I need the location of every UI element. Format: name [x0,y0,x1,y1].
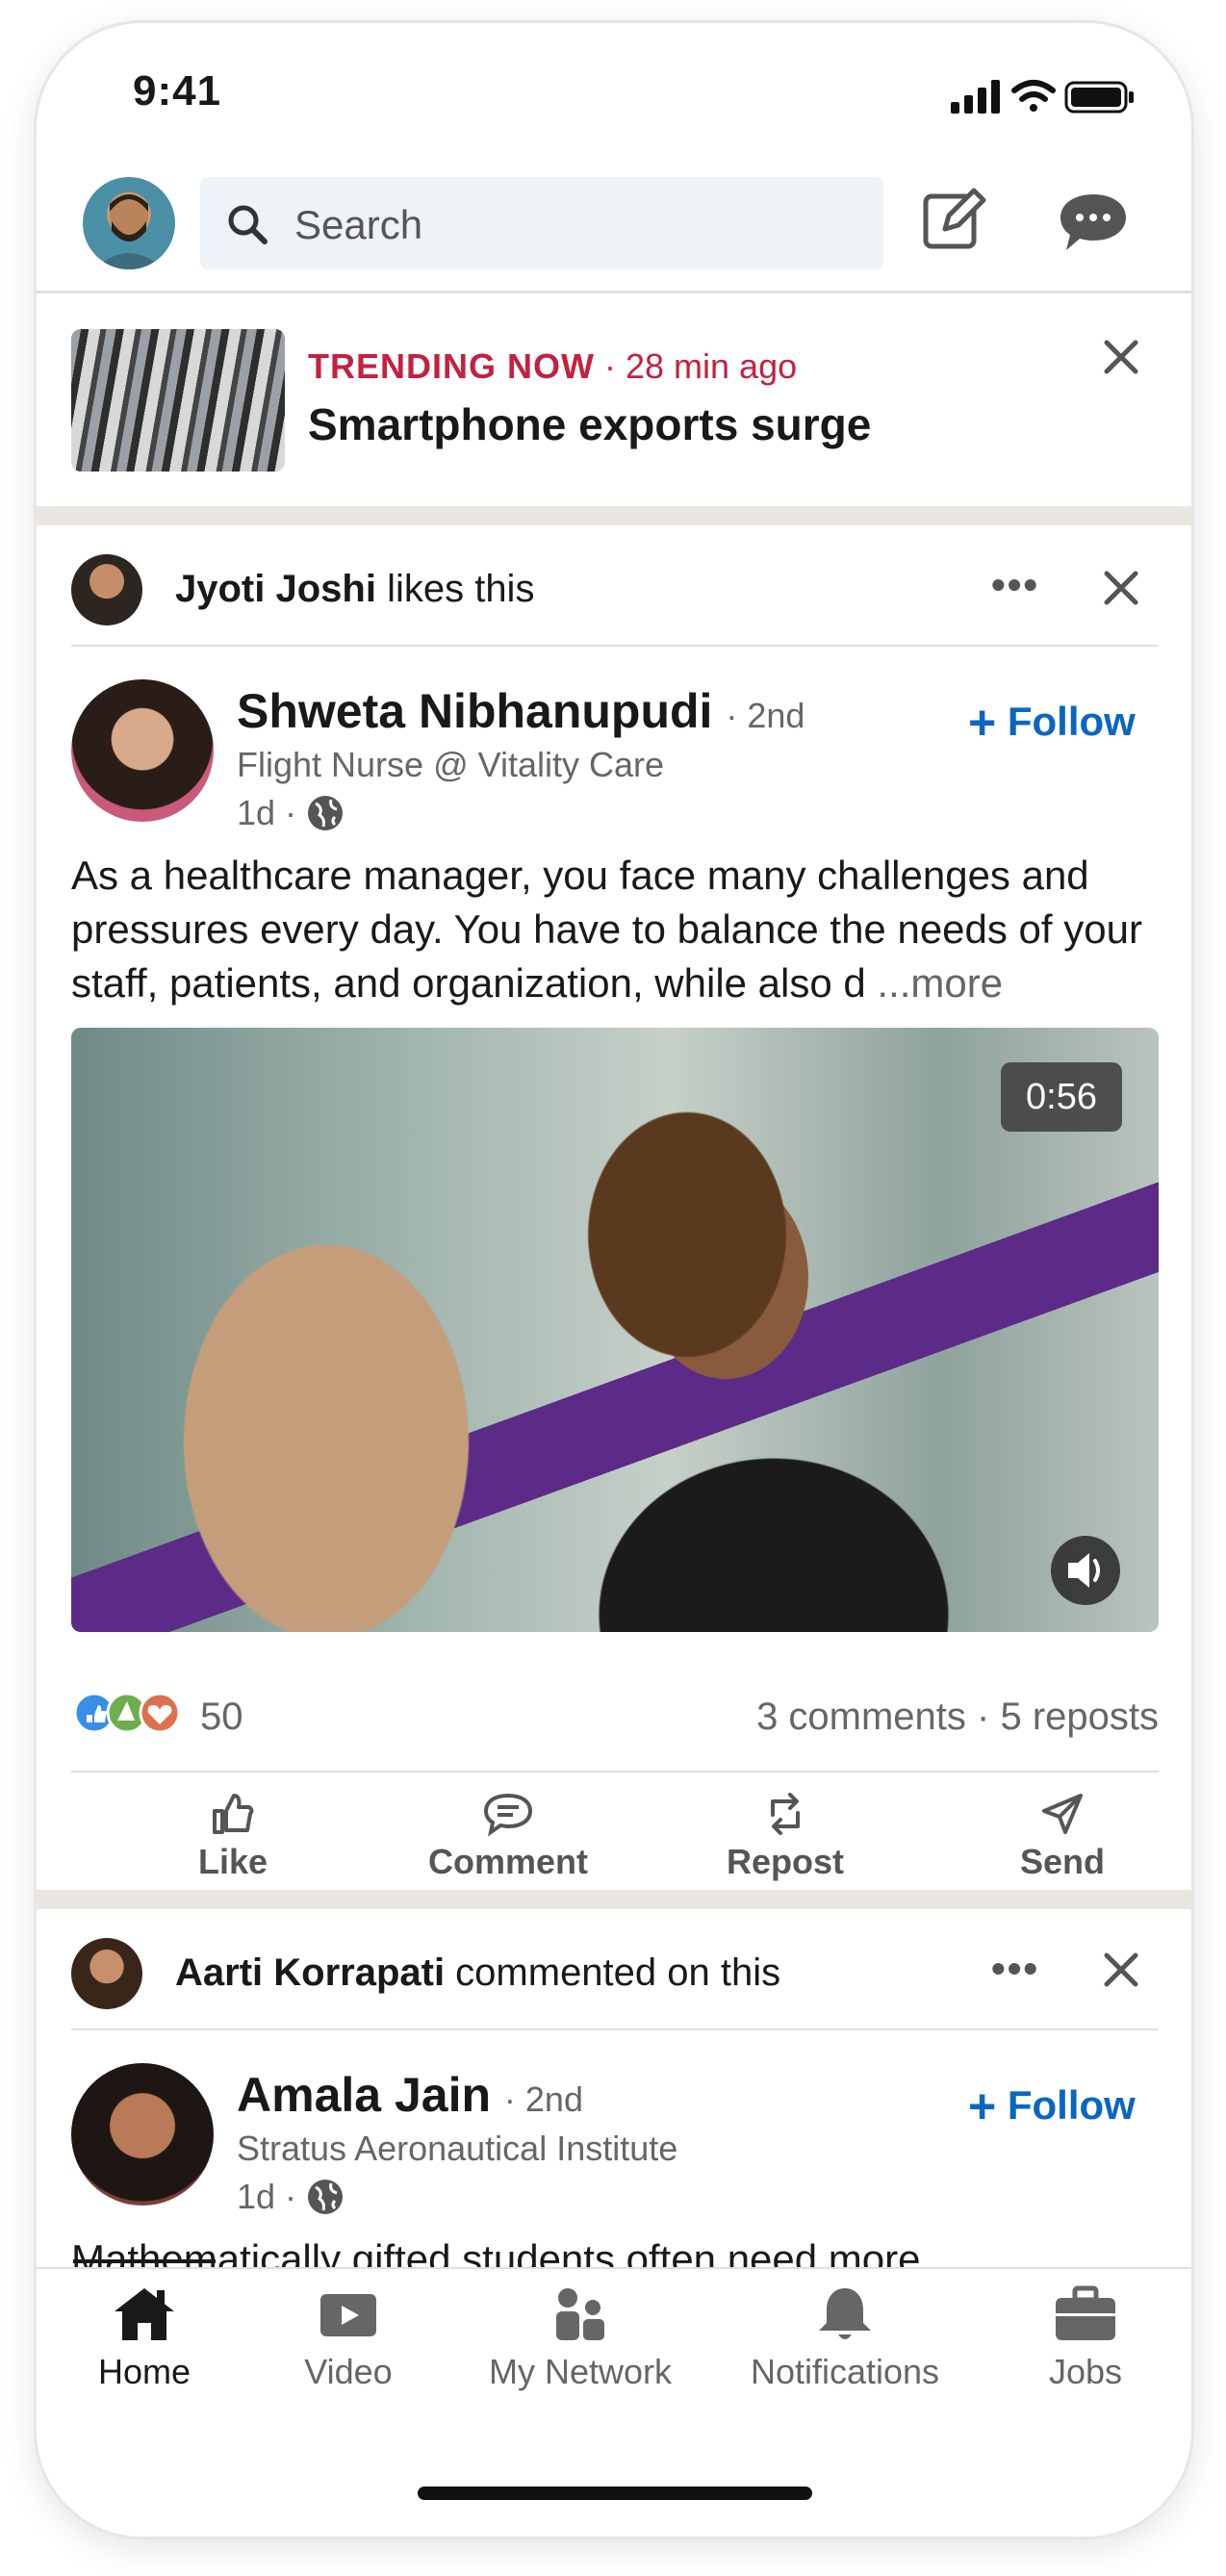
nav-my-network[interactable]: My Network [479,2284,681,2392]
activity-divider-2 [71,2028,1159,2030]
bell-icon [819,2288,871,2339]
follow-button[interactable]: + Follow [968,695,1136,751]
video-icon [320,2294,376,2336]
author-avatar[interactable] [71,679,214,822]
home-indicator [418,2487,812,2500]
activity-actor-avatar[interactable] [71,554,142,625]
hide-post-close-icon[interactable] [1099,566,1147,614]
network-icon [556,2288,604,2340]
wifi-icon [1011,80,1056,112]
post-video[interactable] [71,1028,1159,1632]
send-icon [1042,1794,1083,1834]
globe-icon [308,796,344,830]
post-meta: 1d · [237,793,345,833]
video-duration-badge: 0:56 [1001,1062,1122,1132]
signal-icon [951,80,1000,114]
follow-button-2[interactable]: + Follow [968,2079,1136,2134]
dismiss-trending-close-icon[interactable] [1099,335,1147,383]
author-name-2[interactable]: Amala Jain · 2nd [237,2067,583,2123]
nav-jobs[interactable]: Jobs [1009,2284,1162,2392]
reaction-icons[interactable] [71,1686,196,1740]
actions-divider [71,1771,1159,1773]
trending-title[interactable]: Smartphone exports surge [308,398,871,450]
compose-icon[interactable] [920,185,997,262]
status-icons [951,77,1143,115]
like-button[interactable]: Like [117,1790,348,1882]
send-button[interactable]: Send [947,1790,1178,1882]
search-placeholder: Search [294,202,423,247]
profile-avatar[interactable] [83,177,175,269]
briefcase-icon [1056,2285,1115,2340]
battery-icon [1064,81,1134,114]
activity-line-2: Aarti Korrapati commented on this [175,1951,781,1994]
repost-button[interactable]: Repost [670,1790,901,1882]
search-bar[interactable]: Search [200,177,883,269]
see-more-link[interactable]: ...more [877,960,1003,1006]
post-text: As a healthcare manager, you face many c… [71,853,1142,1006]
author-headline-2: Stratus Aeronautical Institute [237,2129,678,2168]
header-divider [37,291,1191,293]
more-options-icon-2[interactable]: ••• [991,1946,1039,1992]
nav-notifications[interactable]: Notifications [731,2284,958,2392]
home-icon [115,2288,174,2340]
messaging-icon[interactable] [1057,189,1134,266]
nav-video[interactable]: Video [266,2284,431,2392]
activity-actor-avatar-2[interactable] [71,1938,142,2009]
volume-icon[interactable] [1051,1536,1120,1605]
connection-degree: · 2nd [726,696,805,735]
trending-tag: TRENDING NOW · 28 min ago [308,346,798,386]
section-divider-2 [37,1890,1191,1909]
comment-icon [483,1793,533,1837]
comment-button[interactable]: Comment [393,1790,624,1882]
reaction-count[interactable]: 50 [200,1696,243,1739]
active-tab-indicator [73,2259,216,2263]
search-icon [228,205,268,244]
like-icon [213,1794,254,1834]
section-divider [37,506,1191,525]
globe-icon-2 [308,2180,344,2214]
connection-degree-2: · 2nd [503,2079,583,2119]
author-headline: Flight Nurse @ Vitality Care [237,745,665,784]
activity-divider [71,645,1159,647]
activity-line: Jyoti Joshi likes this [175,568,535,610]
status-time: 9:41 [133,67,222,115]
nav-home[interactable]: Home [62,2284,227,2392]
more-options-icon[interactable]: ••• [991,562,1039,608]
author-name[interactable]: Shweta Nibhanupudi · 2nd [237,683,805,739]
hide-post-2-close-icon[interactable] [1099,1948,1147,1996]
trending-thumbnail[interactable] [71,329,285,472]
post-meta-2: 1d · [237,2177,345,2217]
comments-reposts-count[interactable]: 3 comments · 5 reposts [710,1696,1159,1739]
phone-frame: 9:41 Search TRENDING NOW · 28 min ago Sm… [37,23,1191,2537]
repost-icon [771,1793,800,1835]
author-avatar-2[interactable] [71,2063,214,2206]
